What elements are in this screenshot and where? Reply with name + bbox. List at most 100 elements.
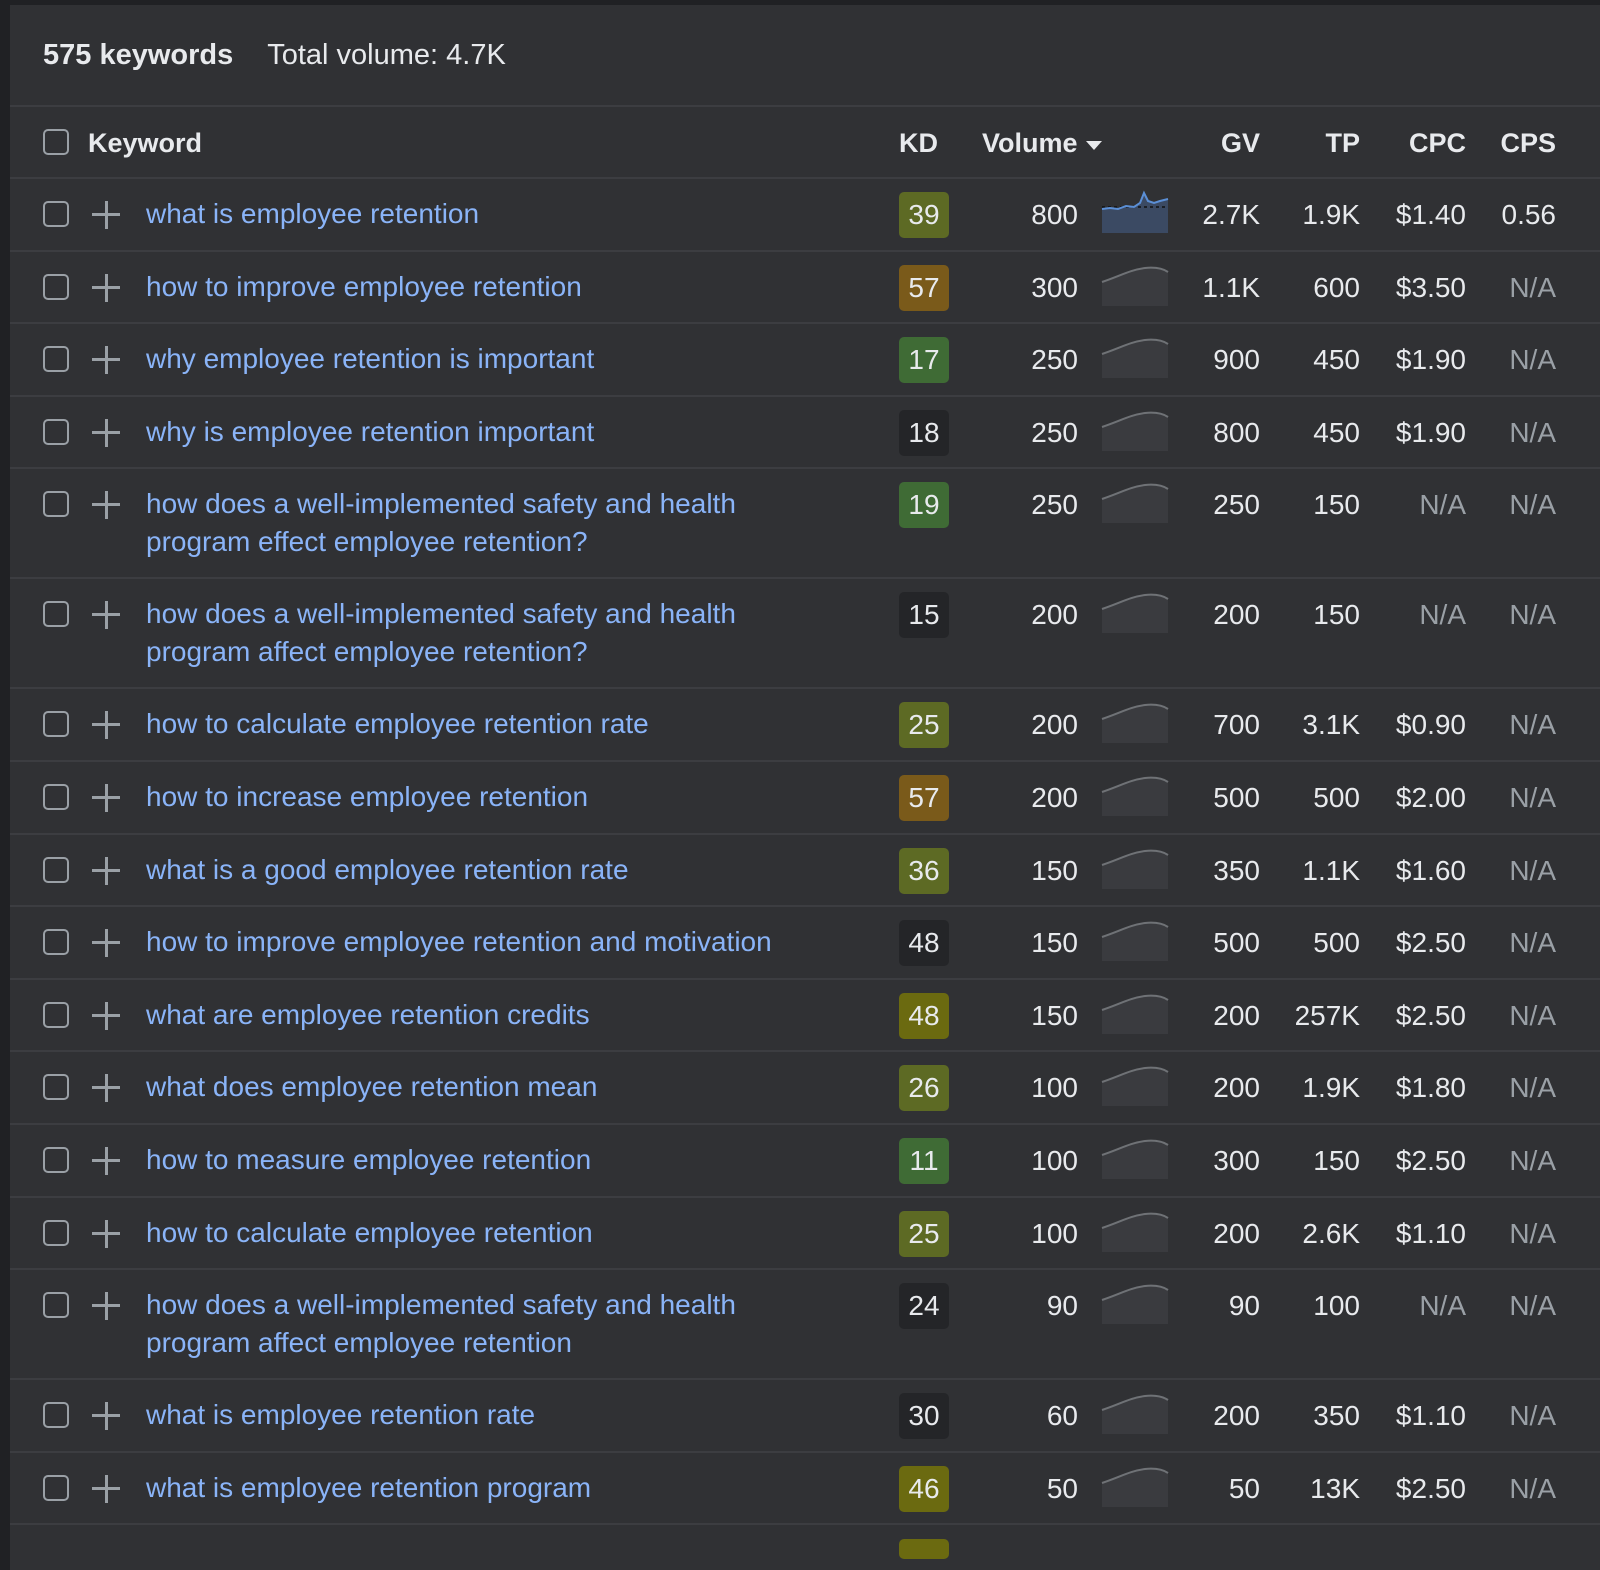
add-keyword-icon[interactable]: [92, 601, 120, 630]
add-keyword-icon[interactable]: [92, 1292, 120, 1321]
gv-value: [1170, 1525, 1260, 1570]
keyword-link[interactable]: how to improve employee retention: [146, 268, 826, 306]
tp-value: 450: [1313, 416, 1360, 448]
cpc-value: $3.50: [1395, 271, 1466, 303]
row-checkbox[interactable]: [43, 1474, 69, 1501]
add-keyword-icon[interactable]: [92, 1074, 120, 1103]
table-row: what does employee retention mean 26 100 20…: [10, 1052, 1600, 1125]
table-row: how to calculate employee retention rate…: [10, 689, 1600, 762]
cps-value: N/A: [1509, 1400, 1556, 1432]
table-row: how to measure employee retention 11 100 30…: [10, 1125, 1600, 1198]
column-header-cpc[interactable]: CPC: [1370, 107, 1466, 179]
add-keyword-icon[interactable]: [92, 783, 120, 812]
add-keyword-icon[interactable]: [92, 1474, 120, 1503]
column-header-keyword[interactable]: Keyword: [88, 107, 202, 179]
add-keyword-icon[interactable]: [92, 418, 120, 447]
keyword-link[interactable]: how to increase employee retention: [146, 778, 826, 816]
tp-value: 500: [1313, 927, 1360, 959]
cps-value: N/A: [1509, 1290, 1556, 1322]
keyword-link[interactable]: how does a well-implemented safety and h…: [146, 595, 826, 671]
cpc-value: $1.80: [1395, 1072, 1466, 1104]
trend-area: [1102, 1140, 1168, 1179]
add-keyword-icon[interactable]: [92, 856, 120, 885]
row-checkbox[interactable]: [43, 491, 69, 518]
kd-badge: 24: [899, 1283, 949, 1330]
keyword-link[interactable]: what is employee retention rate: [146, 1396, 826, 1434]
row-checkbox[interactable]: [43, 601, 69, 628]
add-keyword-icon[interactable]: [92, 929, 120, 958]
cpc-value: N/A: [1419, 599, 1466, 631]
table-row: how does a well-implemented safety and h…: [10, 579, 1600, 690]
trend-area: [1102, 1067, 1168, 1107]
keyword-link[interactable]: how to calculate employee retention rate: [146, 705, 826, 743]
cps-value: N/A: [1509, 709, 1556, 741]
gv-value: 700: [1213, 709, 1260, 741]
row-checkbox[interactable]: [43, 273, 69, 300]
volume-value: 250: [1031, 344, 1078, 376]
gv-value: 200: [1213, 1400, 1260, 1432]
volume-value: 250: [1031, 416, 1078, 448]
keyword-link[interactable]: what is employee retention: [146, 195, 826, 233]
cpc-value: $2.00: [1395, 781, 1466, 813]
cpc-value: $1.90: [1395, 344, 1466, 376]
trend-area: [1102, 267, 1168, 306]
select-all-checkbox[interactable]: [43, 129, 69, 155]
trend-area: [1102, 1395, 1168, 1435]
gv-value: 2.7K: [1202, 199, 1260, 230]
trend-area: [1102, 595, 1168, 634]
keyword-link[interactable]: how to measure employee retention: [146, 1141, 826, 1179]
row-checkbox[interactable]: [43, 1074, 69, 1101]
trend-area: [1102, 485, 1168, 524]
add-keyword-icon[interactable]: [92, 1001, 120, 1030]
row-checkbox[interactable]: [43, 346, 69, 373]
row-checkbox[interactable]: [43, 1219, 69, 1246]
row-checkbox[interactable]: [43, 418, 69, 445]
column-header-kd[interactable]: KD: [899, 107, 938, 179]
row-checkbox[interactable]: [43, 856, 69, 883]
tp-value: 500: [1313, 781, 1360, 813]
row-checkbox[interactable]: [43, 929, 69, 956]
table-header: Keyword KD Volume GV TP CPC CPS: [10, 107, 1600, 179]
total-volume: Total volume: 4.7K: [267, 38, 506, 71]
add-keyword-icon[interactable]: [92, 1219, 120, 1248]
trend-sparkline: [1101, 1467, 1169, 1507]
keyword-link[interactable]: what does employee retention mean: [146, 1068, 826, 1106]
keyword-link[interactable]: what is employee retention program: [146, 1469, 826, 1507]
column-header-tp[interactable]: TP: [1270, 107, 1360, 179]
cpc-value: $1.60: [1395, 854, 1466, 886]
keyword-link[interactable]: how does a well-implemented safety and h…: [146, 485, 826, 561]
keyword-link[interactable]: how to improve employee retention and mo…: [146, 923, 826, 961]
column-header-cps[interactable]: CPS: [1476, 107, 1556, 179]
gv-value: 50: [1228, 1472, 1260, 1504]
keyword-link[interactable]: what is a good employee retention rate: [146, 851, 826, 889]
row-checkbox[interactable]: [43, 783, 69, 810]
column-header-gv[interactable]: GV: [1170, 107, 1260, 179]
keyword-link[interactable]: how does a well-implemented safety and h…: [146, 1286, 826, 1362]
tp-value: 150: [1313, 489, 1360, 521]
row-checkbox[interactable]: [43, 201, 69, 227]
trend-sparkline: [1101, 1212, 1169, 1252]
row-checkbox[interactable]: [43, 1292, 69, 1319]
add-keyword-icon[interactable]: [92, 1146, 120, 1175]
keyword-link[interactable]: why employee retention is important: [146, 340, 826, 378]
add-keyword-icon[interactable]: [92, 273, 120, 302]
row-checkbox[interactable]: [43, 1001, 69, 1028]
keyword-link[interactable]: why is employee retention important: [146, 413, 826, 451]
kd-badge: 57: [899, 264, 949, 311]
add-keyword-icon[interactable]: [92, 346, 120, 375]
add-keyword-icon[interactable]: [92, 711, 120, 740]
add-keyword-icon[interactable]: [92, 1402, 120, 1431]
trend-area: [1102, 1468, 1168, 1507]
row-checkbox[interactable]: [43, 711, 69, 738]
cpc-value: $2.50: [1395, 1144, 1466, 1176]
column-header-volume[interactable]: Volume: [982, 107, 1102, 179]
keyword-link[interactable]: what are employee retention credits: [146, 996, 826, 1034]
add-keyword-icon[interactable]: [92, 201, 120, 229]
keyword-link[interactable]: how to calculate employee retention: [146, 1214, 826, 1252]
row-checkbox[interactable]: [43, 1402, 69, 1429]
kd-badge: 48: [899, 920, 949, 967]
trend-sparkline: [1101, 1066, 1169, 1107]
trend-sparkline: [1101, 594, 1169, 634]
row-checkbox[interactable]: [43, 1146, 69, 1173]
add-keyword-icon[interactable]: [92, 491, 120, 520]
